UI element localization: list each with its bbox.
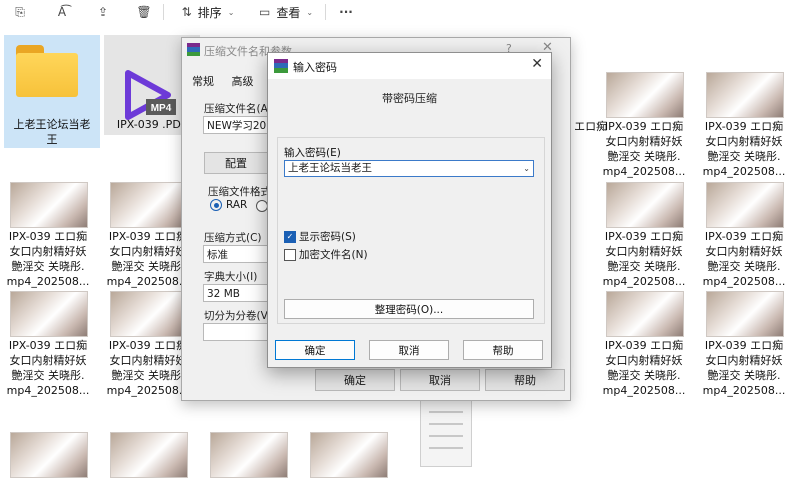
folder-icon xyxy=(16,45,78,97)
password-dialog: 输入密码 ✕ 带密码压缩 输入密码(E) 上老王论坛当老王 ⌄ ✓ 显示密码(S… xyxy=(267,52,552,368)
checkbox-checked-icon: ✓ xyxy=(284,230,296,243)
sort-icon: ⇅ xyxy=(181,5,192,19)
share-icon[interactable]: ⇪ xyxy=(93,2,113,22)
show-password-checkbox[interactable]: ✓ 显示密码(S) xyxy=(284,229,356,244)
tab-general[interactable]: 常规 xyxy=(192,75,214,88)
help-button[interactable]: 帮助 xyxy=(463,340,543,360)
encrypt-filenames-checkbox[interactable]: 加密文件名(N) xyxy=(284,247,368,262)
organize-passwords-button[interactable]: 整理密码(O)... xyxy=(284,299,534,319)
video-tile[interactable]: IPX-039 エロ痴 女口内射精好妖 艶淫交 关晓彤. mp4_202508.… xyxy=(0,182,96,292)
folder-name-line1: 上老王论坛当老 xyxy=(13,118,91,131)
help-button[interactable]: 帮助 xyxy=(485,369,565,391)
method-label: 压缩方式(C) xyxy=(204,232,262,244)
method-select[interactable]: 标准 xyxy=(203,245,271,263)
view-button[interactable]: ▭ 查看 ⌄ xyxy=(256,2,316,22)
video-thumbnail[interactable] xyxy=(310,432,388,478)
archive-name-label: 压缩文件名(A) xyxy=(204,103,272,115)
dialog-titlebar: 输入密码 ✕ xyxy=(268,53,551,79)
ok-button[interactable]: 确定 xyxy=(315,369,395,391)
split-volumes-input[interactable] xyxy=(203,323,271,341)
checkbox-unchecked-icon xyxy=(284,248,296,261)
explorer-toolbar: ⎘ A͡ ⇪ 🗑 ⇅ 排序 ⌄ ▭ 查看 ⌄ ··· xyxy=(0,0,800,26)
dict-size-select[interactable]: 32 MB xyxy=(203,284,271,302)
chevron-down-icon: ⌄ xyxy=(306,7,314,17)
folder-name-line2: 王 xyxy=(46,133,58,146)
svg-text:MP4: MP4 xyxy=(151,103,172,114)
video-tile[interactable]: IPX-039 エロ痴 女口内射精好妖 艶淫交 关晓彤. mp4_202508.… xyxy=(696,291,792,401)
video-thumbnail[interactable] xyxy=(110,432,188,478)
copy-icon[interactable]: ⎘ xyxy=(10,2,30,22)
dialog-subtitle: 带密码压缩 xyxy=(382,92,437,105)
winrar-icon xyxy=(274,59,288,73)
dict-size-label: 字典大小(I) xyxy=(204,271,258,283)
video-thumbnail[interactable] xyxy=(210,432,288,478)
video-tile[interactable]: IPX-039 エロ痴 女口内射精好妖 艶淫交 关晓彤. mp4_202508.… xyxy=(0,291,96,401)
rename-icon[interactable]: A͡ xyxy=(52,2,72,22)
more-options-button[interactable]: ··· xyxy=(335,2,357,22)
password-input[interactable]: 上老王论坛当老王 ⌄ xyxy=(284,160,534,177)
cancel-button[interactable]: 取消 xyxy=(369,340,449,360)
video-tile[interactable]: IPX-039 エロ痴 女口内射精好妖 艶淫交 关晓彤. mp4_202508.… xyxy=(596,182,692,292)
dialog-title: 输入密码 xyxy=(293,61,337,74)
profile-button[interactable]: 配置 xyxy=(204,152,268,174)
tab-advanced[interactable]: 高级 xyxy=(232,75,254,88)
close-icon[interactable]: ✕ xyxy=(531,56,543,72)
ok-button[interactable]: 确定 xyxy=(275,340,355,360)
video-tile[interactable]: IPX-039 エロ痴 女口内射精好妖 艶淫交 关晓彤. mp4_202508.… xyxy=(696,72,792,182)
cancel-button[interactable]: 取消 xyxy=(400,369,480,391)
chevron-down-icon: ⌄ xyxy=(227,7,235,17)
chevron-down-icon[interactable]: ⌄ xyxy=(523,161,530,176)
folder-tile[interactable]: 上老王论坛当老 王 xyxy=(4,35,100,148)
split-volumes-label: 切分为分卷(V), xyxy=(204,310,276,322)
document-file-icon[interactable] xyxy=(420,400,472,467)
format-label: 压缩文件格式 xyxy=(208,186,271,198)
video-thumbnail[interactable] xyxy=(10,432,88,478)
format-rar-radio[interactable]: RAR xyxy=(210,199,247,211)
winrar-icon xyxy=(187,43,200,56)
delete-icon[interactable]: 🗑 xyxy=(134,2,154,22)
view-icon: ▭ xyxy=(258,5,271,19)
video-tile[interactable]: IPX-039 エロ痴 女口内射精好妖 艶淫交 关晓彤. mp4_202508.… xyxy=(596,291,692,401)
password-label: 输入密码(E) xyxy=(284,147,341,159)
archive-name-input[interactable]: NEW学习20.rar xyxy=(203,116,271,134)
sort-button[interactable]: ⇅ 排序 ⌄ xyxy=(178,2,238,22)
video-tile[interactable]: IPX-039 エロ痴 女口内射精好妖 艶淫交 关晓彤. mp4_202508.… xyxy=(696,182,792,292)
